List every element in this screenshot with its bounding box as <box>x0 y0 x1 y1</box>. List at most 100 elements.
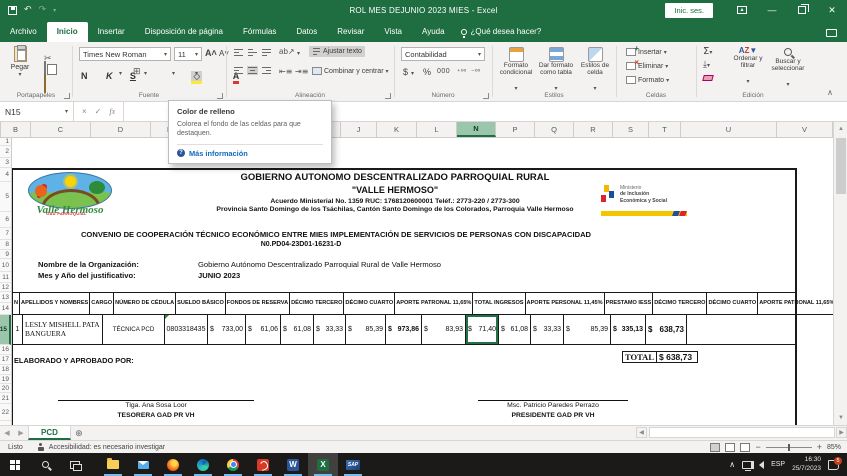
paste-button[interactable]: Pegar ▾ <box>5 46 35 78</box>
ribbon-tab[interactable]: Disposición de página <box>135 22 233 42</box>
column-header[interactable]: L <box>417 122 457 137</box>
new-sheet-icon[interactable]: ⊕ <box>71 426 87 440</box>
scroll-down-icon[interactable]: ▼ <box>834 411 847 425</box>
delete-cells-button[interactable]: Eliminar▾ <box>623 61 671 71</box>
tooltip-help-link[interactable]: ? Más información <box>177 149 323 158</box>
column-header[interactable]: D <box>91 122 151 137</box>
comment-icon[interactable] <box>826 29 837 37</box>
underline-dropdown-icon[interactable]: ▾ <box>119 70 122 77</box>
number-format-combo[interactable]: Contabilidad▾ <box>401 47 485 61</box>
increase-indent-icon[interactable]: ⇥≡ <box>295 67 308 76</box>
horizontal-scrollbar[interactable] <box>649 427 835 438</box>
clock[interactable]: 16:30 25/7/2023 <box>792 456 821 473</box>
confirm-entry-icon[interactable]: ✓ <box>95 107 102 116</box>
cell-aporte-patronal-ing[interactable]: $85,39 <box>346 315 386 344</box>
fill-icon[interactable]: ⤓▾ <box>703 60 710 70</box>
ribbon-tab[interactable]: Vista <box>374 22 412 42</box>
align-top-icon[interactable] <box>233 48 244 57</box>
comma-style-icon[interactable]: 000 <box>437 68 450 75</box>
payroll-header-cell[interactable]: DÉCIMO CUARTO <box>344 293 395 315</box>
task-view-button[interactable] <box>60 453 90 476</box>
font-color-dropdown-icon[interactable]: ▾ <box>195 70 198 77</box>
merge-center-button[interactable]: Combinar y centrar ▾ <box>309 66 392 76</box>
ribbon-tab[interactable]: Inicio <box>47 22 88 42</box>
sheet-tab-pcd[interactable]: PCD <box>28 426 71 440</box>
select-all-corner[interactable] <box>0 122 1 137</box>
start-button[interactable] <box>0 453 30 476</box>
hscroll-left-icon[interactable]: ◀ <box>636 427 647 438</box>
ribbon-tab[interactable]: Insertar <box>88 22 135 42</box>
payroll-header-cell[interactable]: PRESTAMO IESS <box>605 293 654 315</box>
accounting-dropdown-icon[interactable]: ▾ <box>411 70 414 77</box>
cell-total-ingresos[interactable]: $973,86 <box>386 315 422 344</box>
column-header[interactable]: K <box>377 122 417 137</box>
payroll-header-cell[interactable]: APORTE PATRONAL 11,65% <box>758 293 833 315</box>
sap-button[interactable]: SAP <box>338 453 368 476</box>
orientation-icon[interactable]: ab↗ <box>279 47 295 56</box>
payroll-header-cell[interactable]: N <box>13 293 20 315</box>
align-bottom-icon[interactable] <box>261 48 272 57</box>
clear-icon[interactable] <box>702 75 714 81</box>
wrap-text-button[interactable]: Ajustar texto <box>309 46 365 57</box>
number-dialog-launcher-icon[interactable] <box>483 93 489 99</box>
format-cells-button[interactable]: Formato▾ <box>623 75 672 85</box>
speaker-icon[interactable] <box>759 461 764 469</box>
column-header[interactable]: T <box>649 122 681 137</box>
ribbon-tab[interactable]: Archivo <box>0 22 47 42</box>
hscroll-right-icon[interactable]: ▶ <box>836 427 847 438</box>
format-as-table-button[interactable]: Dar formato como tabla▾ <box>537 47 575 95</box>
ribbon-tab[interactable]: Revisar <box>327 22 374 42</box>
orientation-dropdown-icon[interactable]: ▾ <box>297 50 300 57</box>
alignment-dialog-launcher-icon[interactable] <box>385 93 391 99</box>
pdf-app-button[interactable] <box>248 453 278 476</box>
clipboard-dialog-launcher-icon[interactable] <box>64 93 70 99</box>
font-name-combo[interactable]: Times New Roman▾ <box>79 47 171 61</box>
normal-view-icon[interactable] <box>710 443 720 452</box>
accounting-format-icon[interactable]: $ <box>403 67 408 77</box>
excel-button[interactable]: X <box>308 453 338 476</box>
edge-button[interactable] <box>188 453 218 476</box>
zoom-slider-thumb[interactable] <box>788 444 790 451</box>
column-header[interactable]: S <box>613 122 649 137</box>
italic-button[interactable]: K <box>106 71 113 81</box>
payroll-header-cell[interactable]: APORTE PERSONAL 11,45% <box>526 293 605 315</box>
align-left-icon[interactable] <box>233 66 244 75</box>
cell-liquido-recibir[interactable]: $638,73 <box>646 315 687 344</box>
cell-recibi-conforme[interactable] <box>687 315 792 344</box>
format-painter-button[interactable] <box>44 75 46 93</box>
sheet-nav-left-icon[interactable]: ◀ <box>0 426 14 440</box>
column-header[interactable]: C <box>31 122 91 137</box>
payroll-header-cell[interactable]: APELLIDOS Y NOMBRES <box>20 293 90 315</box>
borders-icon[interactable]: ⊞ <box>133 67 141 77</box>
name-box[interactable]: N15 ▾ <box>0 102 74 121</box>
cancel-entry-icon[interactable]: × <box>82 107 87 116</box>
align-middle-icon[interactable] <box>247 48 258 57</box>
page-break-view-icon[interactable] <box>740 443 750 452</box>
increase-font-icon[interactable]: A˄ <box>205 48 217 58</box>
collapse-ribbon-icon[interactable]: ∧ <box>827 88 833 97</box>
column-header[interactable]: B <box>1 122 31 137</box>
cell-aporte-personal[interactable]: $83,93 <box>422 315 466 344</box>
cell-decimo-tercero-egr[interactable]: $61,08 <box>499 315 531 344</box>
vertical-scrollbar[interactable]: ▲ ▼ <box>833 122 847 425</box>
chrome-button[interactable] <box>218 453 248 476</box>
align-right-icon[interactable] <box>261 66 272 75</box>
align-center-icon[interactable] <box>247 66 258 75</box>
column-header[interactable]: Q <box>535 122 574 137</box>
font-size-combo[interactable]: 11▾ <box>174 47 202 61</box>
payroll-header-cell[interactable]: DÉCIMO TERCERO <box>653 293 707 315</box>
column-header[interactable]: V <box>777 122 833 137</box>
sort-filter-button[interactable]: AZ▼ Ordenar y filtrar▾ <box>729 46 767 88</box>
cell-cargo[interactable]: TÉCNICA PCD <box>103 315 165 344</box>
decrease-indent-icon[interactable]: ⇤≡ <box>279 67 292 76</box>
column-header[interactable]: U <box>681 122 777 137</box>
zoom-in-icon[interactable]: + <box>817 442 822 452</box>
cell-aporte-patronal-egr[interactable]: $85,39 <box>564 315 611 344</box>
cell-fondos-reserva[interactable]: $61,06 <box>246 315 281 344</box>
ribbon-tab[interactable]: Fórmulas <box>233 22 286 42</box>
page-layout-view-icon[interactable] <box>725 443 735 452</box>
payroll-header-cell[interactable]: DÉCIMO CUARTO <box>707 293 758 315</box>
payroll-header-cell[interactable]: APORTE PATRONAL 11,65% <box>395 293 473 315</box>
scroll-up-icon[interactable]: ▲ <box>834 122 847 136</box>
payroll-header-cell[interactable]: TOTAL INGRESOS <box>473 293 525 315</box>
